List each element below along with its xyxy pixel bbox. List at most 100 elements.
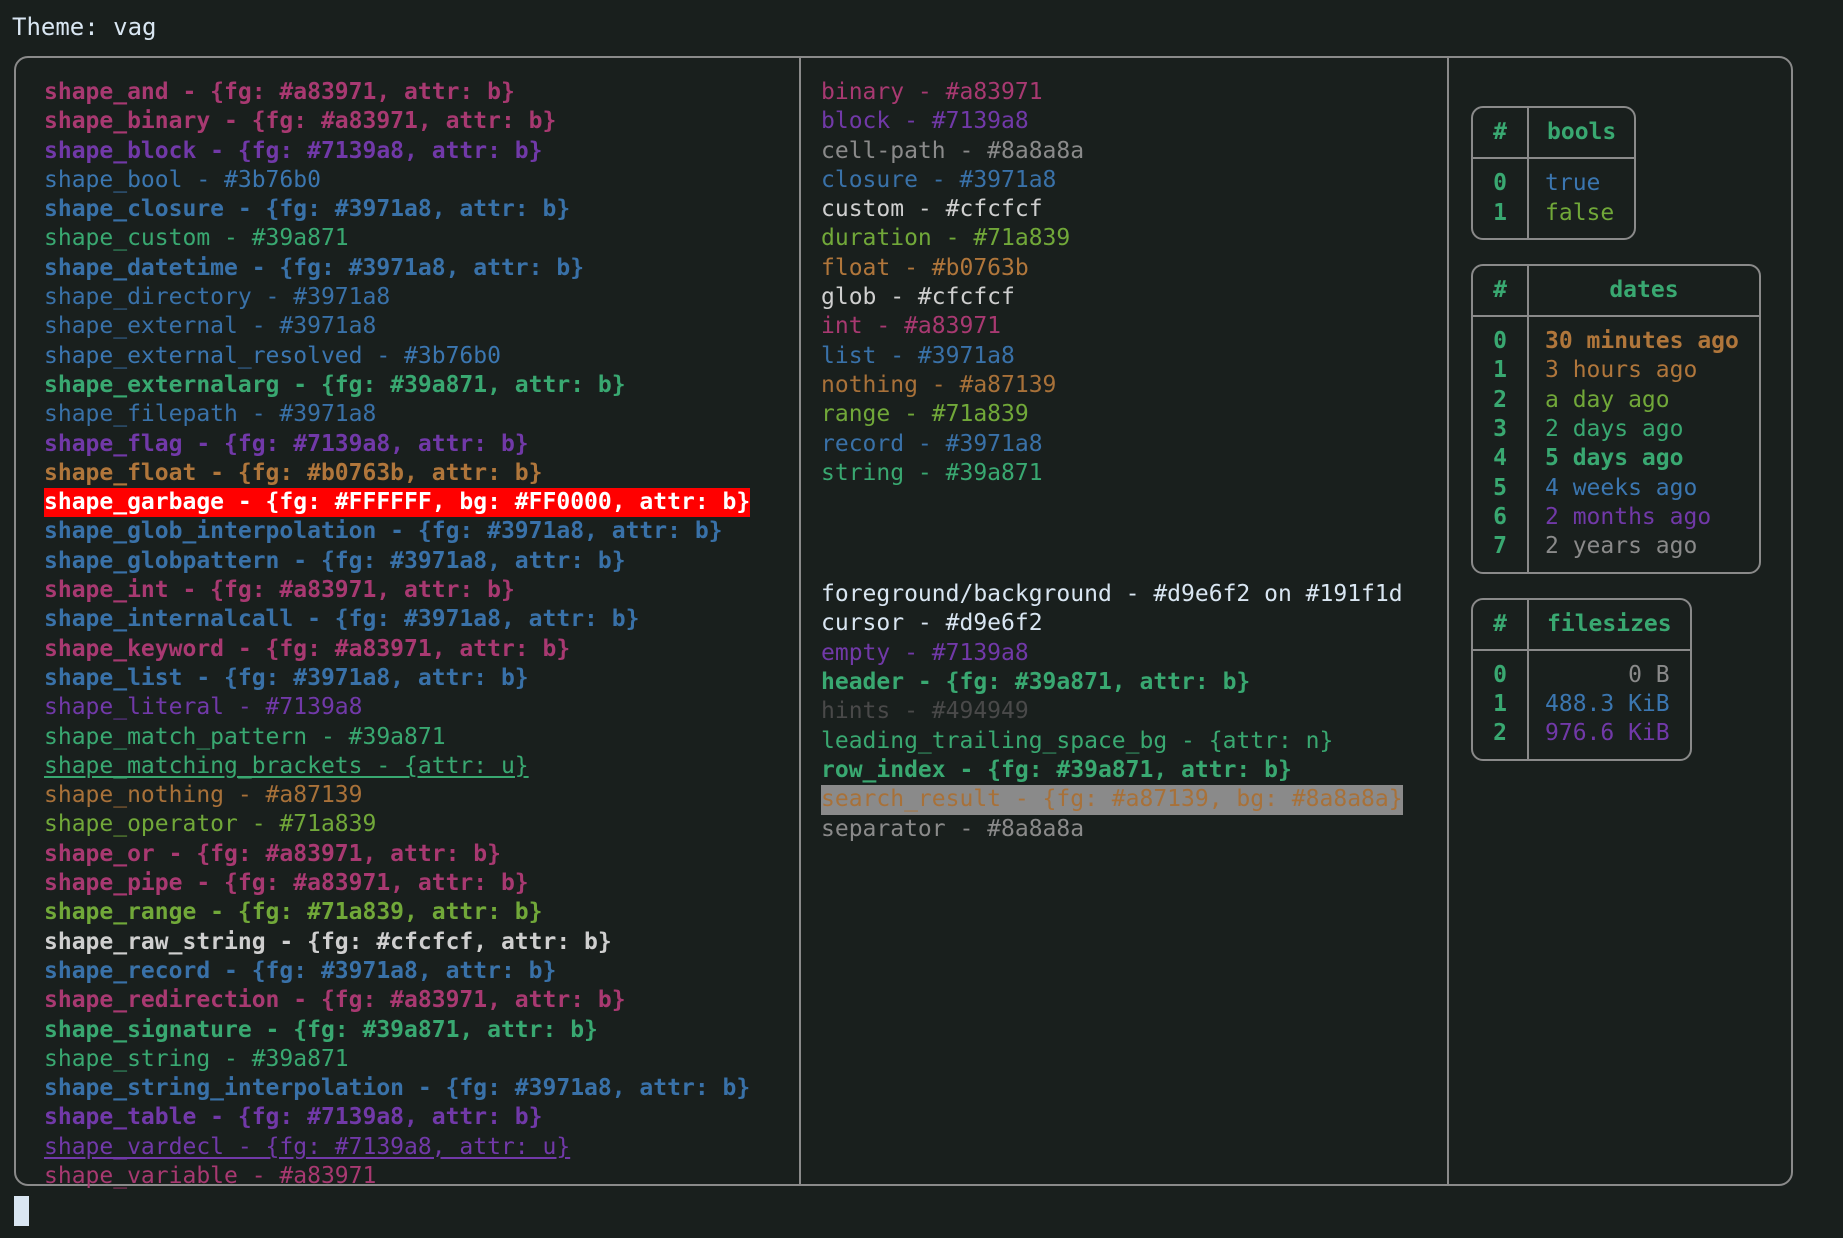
- table-filesizes: # filesizes 0 0 B 1 488.3 KiB 2 976.6 KiB: [1471, 597, 1692, 761]
- table-row: 2 a day ago: [1473, 385, 1759, 416]
- shape-entry: shape_operator - #71a839: [44, 811, 377, 838]
- table-row: 0 30 minutes ago: [1473, 317, 1759, 357]
- ui-element-entry: hints - #494949: [821, 698, 1029, 725]
- table-row: 1 3 hours ago: [1473, 356, 1759, 386]
- shape-entry: shape_binary - {fg: #a83971, attr: b}: [44, 108, 557, 135]
- table-row: 6 2 months ago: [1473, 502, 1759, 533]
- shape-entry: shape_external_resolved - #3b76b0: [44, 342, 501, 369]
- type-entry: list - #3971a8: [821, 342, 1015, 369]
- shape-entry: shape_raw_string - {fg: #cfcfcf, attr: b…: [44, 928, 612, 955]
- column-header-index: #: [1473, 265, 1529, 318]
- column-header-value: bools: [1529, 108, 1635, 160]
- tables-wrapper: # bools 0 true 1 false # dates 0 30 minutes ago 1 3…: [1449, 74, 1791, 761]
- table-row: 4 5 days ago: [1473, 444, 1759, 474]
- terminal-cursor: [14, 1196, 29, 1226]
- shape-entry: shape_signature - {fg: #39a871, attr: b}: [44, 1016, 598, 1043]
- row-index-cell: 0: [1473, 159, 1529, 199]
- row-value-cell: 2 months ago: [1545, 503, 1712, 530]
- row-value-cell: a day ago: [1545, 386, 1670, 413]
- row-value-cell: 2 years ago: [1545, 533, 1698, 560]
- row-index-cell: 7: [1473, 532, 1529, 572]
- type-entry: int - #a83971: [821, 313, 1002, 340]
- shape-entry: shape_flag - {fg: #7139a8, attr: b}: [44, 430, 529, 457]
- type-entry: block - #7139a8: [821, 108, 1029, 135]
- type-entry: glob - #cfcfcf: [821, 284, 1015, 311]
- row-value-cell: 488.3 KiB: [1545, 691, 1670, 718]
- table-row: 1 488.3 KiB: [1473, 690, 1690, 720]
- table-row: 5 4 weeks ago: [1473, 473, 1759, 503]
- row-index-cell: 2: [1473, 385, 1529, 416]
- row-index-cell: 1: [1473, 198, 1529, 238]
- row-index-cell: 5: [1473, 473, 1529, 503]
- row-index-cell: 0: [1473, 317, 1529, 357]
- row-index-cell: 4: [1473, 444, 1529, 474]
- shape-entry: shape_closure - {fg: #3971a8, attr: b}: [44, 196, 571, 223]
- terminal-screen: Theme: vag shape_and - {fg: #a83971, att…: [0, 0, 1843, 1238]
- shape-entry: shape_matching_brackets - {attr: u}: [44, 752, 529, 779]
- row-value-cell: 30 minutes ago: [1545, 328, 1739, 355]
- shapes-column: shape_and - {fg: #a83971, attr: b} shape_…: [16, 58, 801, 1189]
- shape-entry: shape_string_interpolation - {fg: #3971a…: [44, 1075, 751, 1102]
- shape-entry: shape_garbage - {fg: #FFFFFF, bg: #FF000…: [44, 488, 751, 518]
- type-entry: closure - #3971a8: [821, 166, 1057, 193]
- tables-column: # bools 0 true 1 false # dates 0 30 minutes ago 1 3…: [1449, 58, 1791, 1184]
- row-index-cell: 2: [1473, 719, 1529, 759]
- shape-entry: shape_glob_interpolation - {fg: #3971a8,…: [44, 518, 723, 545]
- shape-entry: shape_table - {fg: #7139a8, attr: b}: [44, 1104, 543, 1131]
- column-header-index: #: [1473, 108, 1529, 160]
- table-header-row: # dates: [1473, 265, 1759, 318]
- types-column: binary - #a83971 block - #7139a8 cell-path…: [801, 58, 1449, 1184]
- shape-entry: shape_int - {fg: #a83971, attr: b}: [44, 577, 515, 604]
- type-entry: duration - #71a839: [821, 225, 1071, 252]
- row-value-cell: 0 B: [1628, 661, 1670, 688]
- row-value-cell: 976.6 KiB: [1545, 720, 1670, 747]
- table-header-row: # filesizes: [1473, 599, 1690, 651]
- column-spacer: [801, 488, 1447, 576]
- row-value-cell: 4 weeks ago: [1545, 474, 1698, 501]
- shape-entry: shape_bool - #3b76b0: [44, 166, 321, 193]
- ui-element-entry: leading_trailing_space_bg - {attr: n}: [821, 727, 1334, 754]
- theme-title: Theme: vag: [12, 13, 157, 41]
- row-index-cell: 1: [1473, 690, 1529, 720]
- shape-entry: shape_list - {fg: #3971a8, attr: b}: [44, 664, 529, 691]
- ui-element-entry: empty - #7139a8: [821, 639, 1029, 666]
- ui-elements-list: foreground/background - #d9e6f2 on #191f…: [801, 576, 1447, 844]
- table-header-row: # bools: [1473, 108, 1635, 160]
- shape-entry: shape_redirection - {fg: #a83971, attr: …: [44, 987, 626, 1014]
- ui-element-entry: separator - #8a8a8a: [821, 815, 1085, 842]
- type-entry: float - #b0763b: [821, 254, 1029, 281]
- shape-entry: shape_internalcall - {fg: #3971a8, attr:…: [44, 606, 640, 633]
- shape-entry: shape_vardecl - {fg: #7139a8, attr: u}: [44, 1133, 571, 1160]
- shape-entry: shape_keyword - {fg: #a83971, attr: b}: [44, 635, 571, 662]
- row-index-cell: 6: [1473, 502, 1529, 533]
- row-value-cell: 3 hours ago: [1545, 357, 1698, 384]
- table-row: 2 976.6 KiB: [1473, 719, 1690, 759]
- row-value-cell: false: [1545, 199, 1615, 226]
- table-bools: # bools 0 true 1 false: [1471, 106, 1637, 240]
- column-header-index: #: [1473, 599, 1529, 651]
- types-list: binary - #a83971 block - #7139a8 cell-path…: [801, 74, 1447, 488]
- row-value-cell: true: [1545, 170, 1601, 197]
- ui-element-entry: cursor - #d9e6f2: [821, 610, 1043, 637]
- shape-entry: shape_variable - #a83971: [44, 1162, 377, 1189]
- type-entry: record - #3971a8: [821, 430, 1043, 457]
- type-entry: nothing - #a87139: [821, 371, 1057, 398]
- table-row: 0 true: [1473, 159, 1634, 199]
- row-index-cell: 1: [1473, 356, 1529, 386]
- table-row: 7 2 years ago: [1473, 532, 1759, 572]
- type-entry: custom - #cfcfcf: [821, 196, 1043, 223]
- shape-entry: shape_datetime - {fg: #3971a8, attr: b}: [44, 254, 585, 281]
- ui-element-entry: row_index - {fg: #39a871, attr: b}: [821, 756, 1292, 783]
- row-value-cell: 2 days ago: [1545, 416, 1684, 443]
- shape-entry: shape_block - {fg: #7139a8, attr: b}: [44, 137, 543, 164]
- row-index-cell: 0: [1473, 650, 1529, 691]
- row-index-cell: 3: [1473, 415, 1529, 445]
- shape-entry: shape_custom - #39a871: [44, 225, 349, 252]
- column-header-value: filesizes: [1529, 600, 1690, 651]
- shape-entry: shape_externalarg - {fg: #39a871, attr: …: [44, 371, 626, 398]
- shape-entry: shape_nothing - #a87139: [44, 782, 363, 809]
- shape-entry: shape_record - {fg: #3971a8, attr: b}: [44, 957, 557, 984]
- shape-entry: shape_float - {fg: #b0763b, attr: b}: [44, 459, 543, 486]
- shape-entry: shape_filepath - #3971a8: [44, 401, 377, 428]
- theme-preview-frame: shape_and - {fg: #a83971, attr: b} shape_…: [14, 56, 1793, 1189]
